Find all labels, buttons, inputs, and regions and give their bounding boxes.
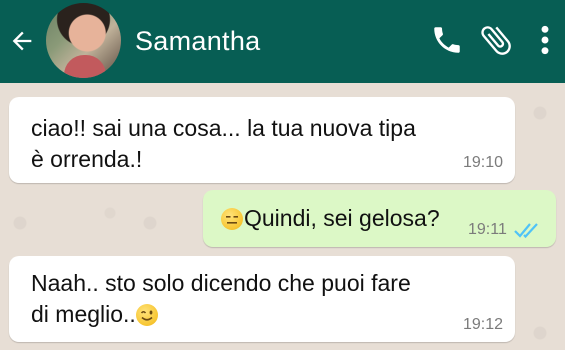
- contact-avatar[interactable]: [46, 3, 121, 78]
- attachment-icon[interactable]: [477, 21, 515, 59]
- message-text: Naah.. sto solo dicendo che puoi fare di…: [31, 270, 411, 327]
- message-text: ciao!! sai una cosa... la tua nuova tipa…: [31, 115, 416, 172]
- avatar-shoulder: [64, 55, 106, 78]
- message-time: 19:11: [468, 221, 507, 238]
- back-arrow-icon[interactable]: [8, 27, 36, 55]
- message-time: 19:12: [462, 316, 503, 333]
- message-text: Quindi, sei gelosa?: [244, 205, 440, 231]
- chat-header: Samantha: [0, 0, 565, 83]
- message-bubble-outgoing[interactable]: Quindi, sei gelosa? 19:11: [203, 190, 556, 247]
- expressionless-face-icon: [221, 208, 243, 230]
- double-check-icon: [514, 223, 538, 239]
- message-bubble-incoming[interactable]: ciao!! sai una cosa... la tua nuova tipa…: [9, 97, 515, 183]
- message-bubble-incoming[interactable]: Naah.. sto solo dicendo che puoi fare di…: [9, 256, 515, 342]
- message-time: 19:10: [462, 154, 503, 171]
- more-vert-icon[interactable]: [538, 24, 552, 56]
- message-content: Naah.. sto solo dicendo che puoi fare di…: [31, 268, 411, 330]
- winking-face-icon: [135, 304, 158, 326]
- phone-icon[interactable]: [430, 23, 464, 57]
- contact-name[interactable]: Samantha: [135, 24, 260, 58]
- message-content: Quindi, sei gelosa?: [221, 203, 440, 234]
